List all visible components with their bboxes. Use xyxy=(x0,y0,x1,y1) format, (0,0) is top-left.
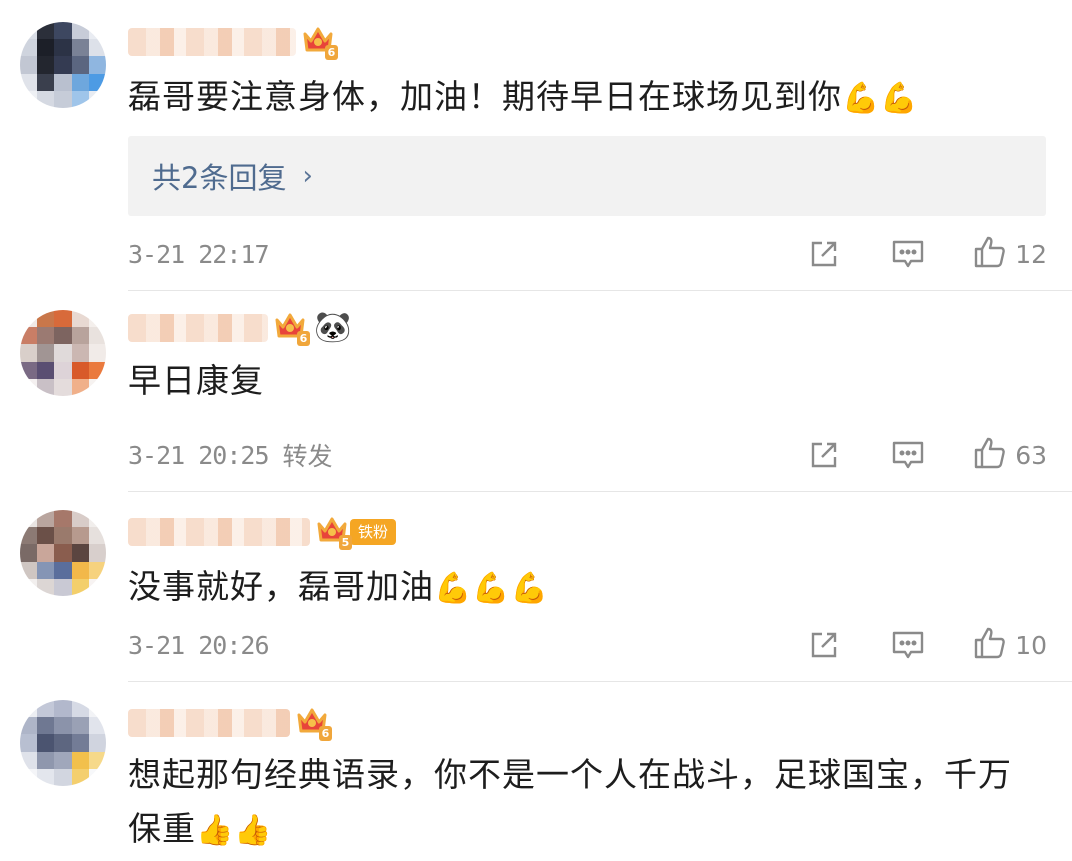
timestamp: 3-21 20:26 xyxy=(128,630,270,660)
thumbs-up-emoji: 👍👍 xyxy=(196,812,273,848)
flexed-biceps-emoji: 💪💪 xyxy=(842,80,919,116)
comment-text: 没事就好，磊哥加油💪💪💪 xyxy=(128,560,1032,616)
divider xyxy=(128,290,1072,291)
share-icon[interactable] xyxy=(807,438,841,472)
chevron-right-icon: › xyxy=(302,161,313,191)
avatar[interactable] xyxy=(20,510,106,596)
thumbs-up-icon xyxy=(973,626,1007,664)
comment-meta: 3-21 20:26 10 xyxy=(128,625,1047,665)
comment-text: 想起那句经典语录，你不是一个人在战斗，足球国宝，千万保重👍👍 xyxy=(128,748,1032,858)
like-button[interactable]: 10 xyxy=(973,626,1047,664)
comment-icon[interactable] xyxy=(891,237,925,271)
username-row: 6 🐼 xyxy=(128,308,351,348)
divider xyxy=(128,491,1072,492)
username-blurred[interactable] xyxy=(128,28,296,56)
username-row: 6 xyxy=(128,703,332,743)
divider xyxy=(128,681,1072,682)
avatar[interactable] xyxy=(20,310,106,396)
username-row: 5 铁粉 xyxy=(128,512,397,552)
username-blurred[interactable] xyxy=(128,518,310,546)
avatar[interactable] xyxy=(20,700,106,786)
like-count: 10 xyxy=(1015,630,1047,660)
crown-icon: 6 xyxy=(302,24,338,60)
comment-icon[interactable] xyxy=(891,628,925,662)
avatar[interactable] xyxy=(20,22,106,108)
comment-text: 早日康复 xyxy=(128,361,264,400)
share-icon[interactable] xyxy=(807,628,841,662)
crown-icon: 5 xyxy=(316,514,352,550)
like-button[interactable]: 12 xyxy=(973,235,1047,273)
view-replies-button[interactable]: 共2条回复 › xyxy=(128,136,1046,216)
comment-meta: 3-21 20:25 转发 63 xyxy=(128,435,1047,475)
crown-icon: 6 xyxy=(274,310,310,346)
like-count: 12 xyxy=(1015,239,1047,269)
crown-level: 6 xyxy=(319,726,332,741)
crown-level: 6 xyxy=(325,45,338,60)
crown-level: 5 xyxy=(339,535,352,550)
forward-tag[interactable]: 转发 xyxy=(283,437,333,473)
like-button[interactable]: 63 xyxy=(973,436,1047,474)
fan-badge: 铁粉 xyxy=(350,519,397,545)
crown-level: 6 xyxy=(297,331,310,346)
replies-label: 共2条回复 xyxy=(152,161,287,195)
share-icon[interactable] xyxy=(807,237,841,271)
timestamp: 3-21 22:17 xyxy=(128,239,270,269)
action-bar: 10 xyxy=(807,626,1047,664)
username-row: 6 xyxy=(128,22,338,62)
flexed-biceps-emoji: 💪💪💪 xyxy=(434,570,550,606)
thumbs-up-icon xyxy=(973,235,1007,273)
panda-icon: 🐼 xyxy=(314,310,352,345)
comment-meta: 3-21 22:17 12 xyxy=(128,234,1047,274)
thumbs-up-icon xyxy=(973,436,1007,474)
timestamp: 3-21 20:25 xyxy=(128,440,270,470)
crown-icon: 6 xyxy=(296,705,332,741)
username-blurred[interactable] xyxy=(128,709,290,737)
like-count: 63 xyxy=(1015,440,1047,470)
comment-icon[interactable] xyxy=(891,438,925,472)
action-bar: 63 xyxy=(807,436,1047,474)
username-blurred[interactable] xyxy=(128,314,268,342)
action-bar: 12 xyxy=(807,235,1047,273)
comment-text: 磊哥要注意身体，加油！期待早日在球场见到你💪💪 xyxy=(128,70,1032,126)
